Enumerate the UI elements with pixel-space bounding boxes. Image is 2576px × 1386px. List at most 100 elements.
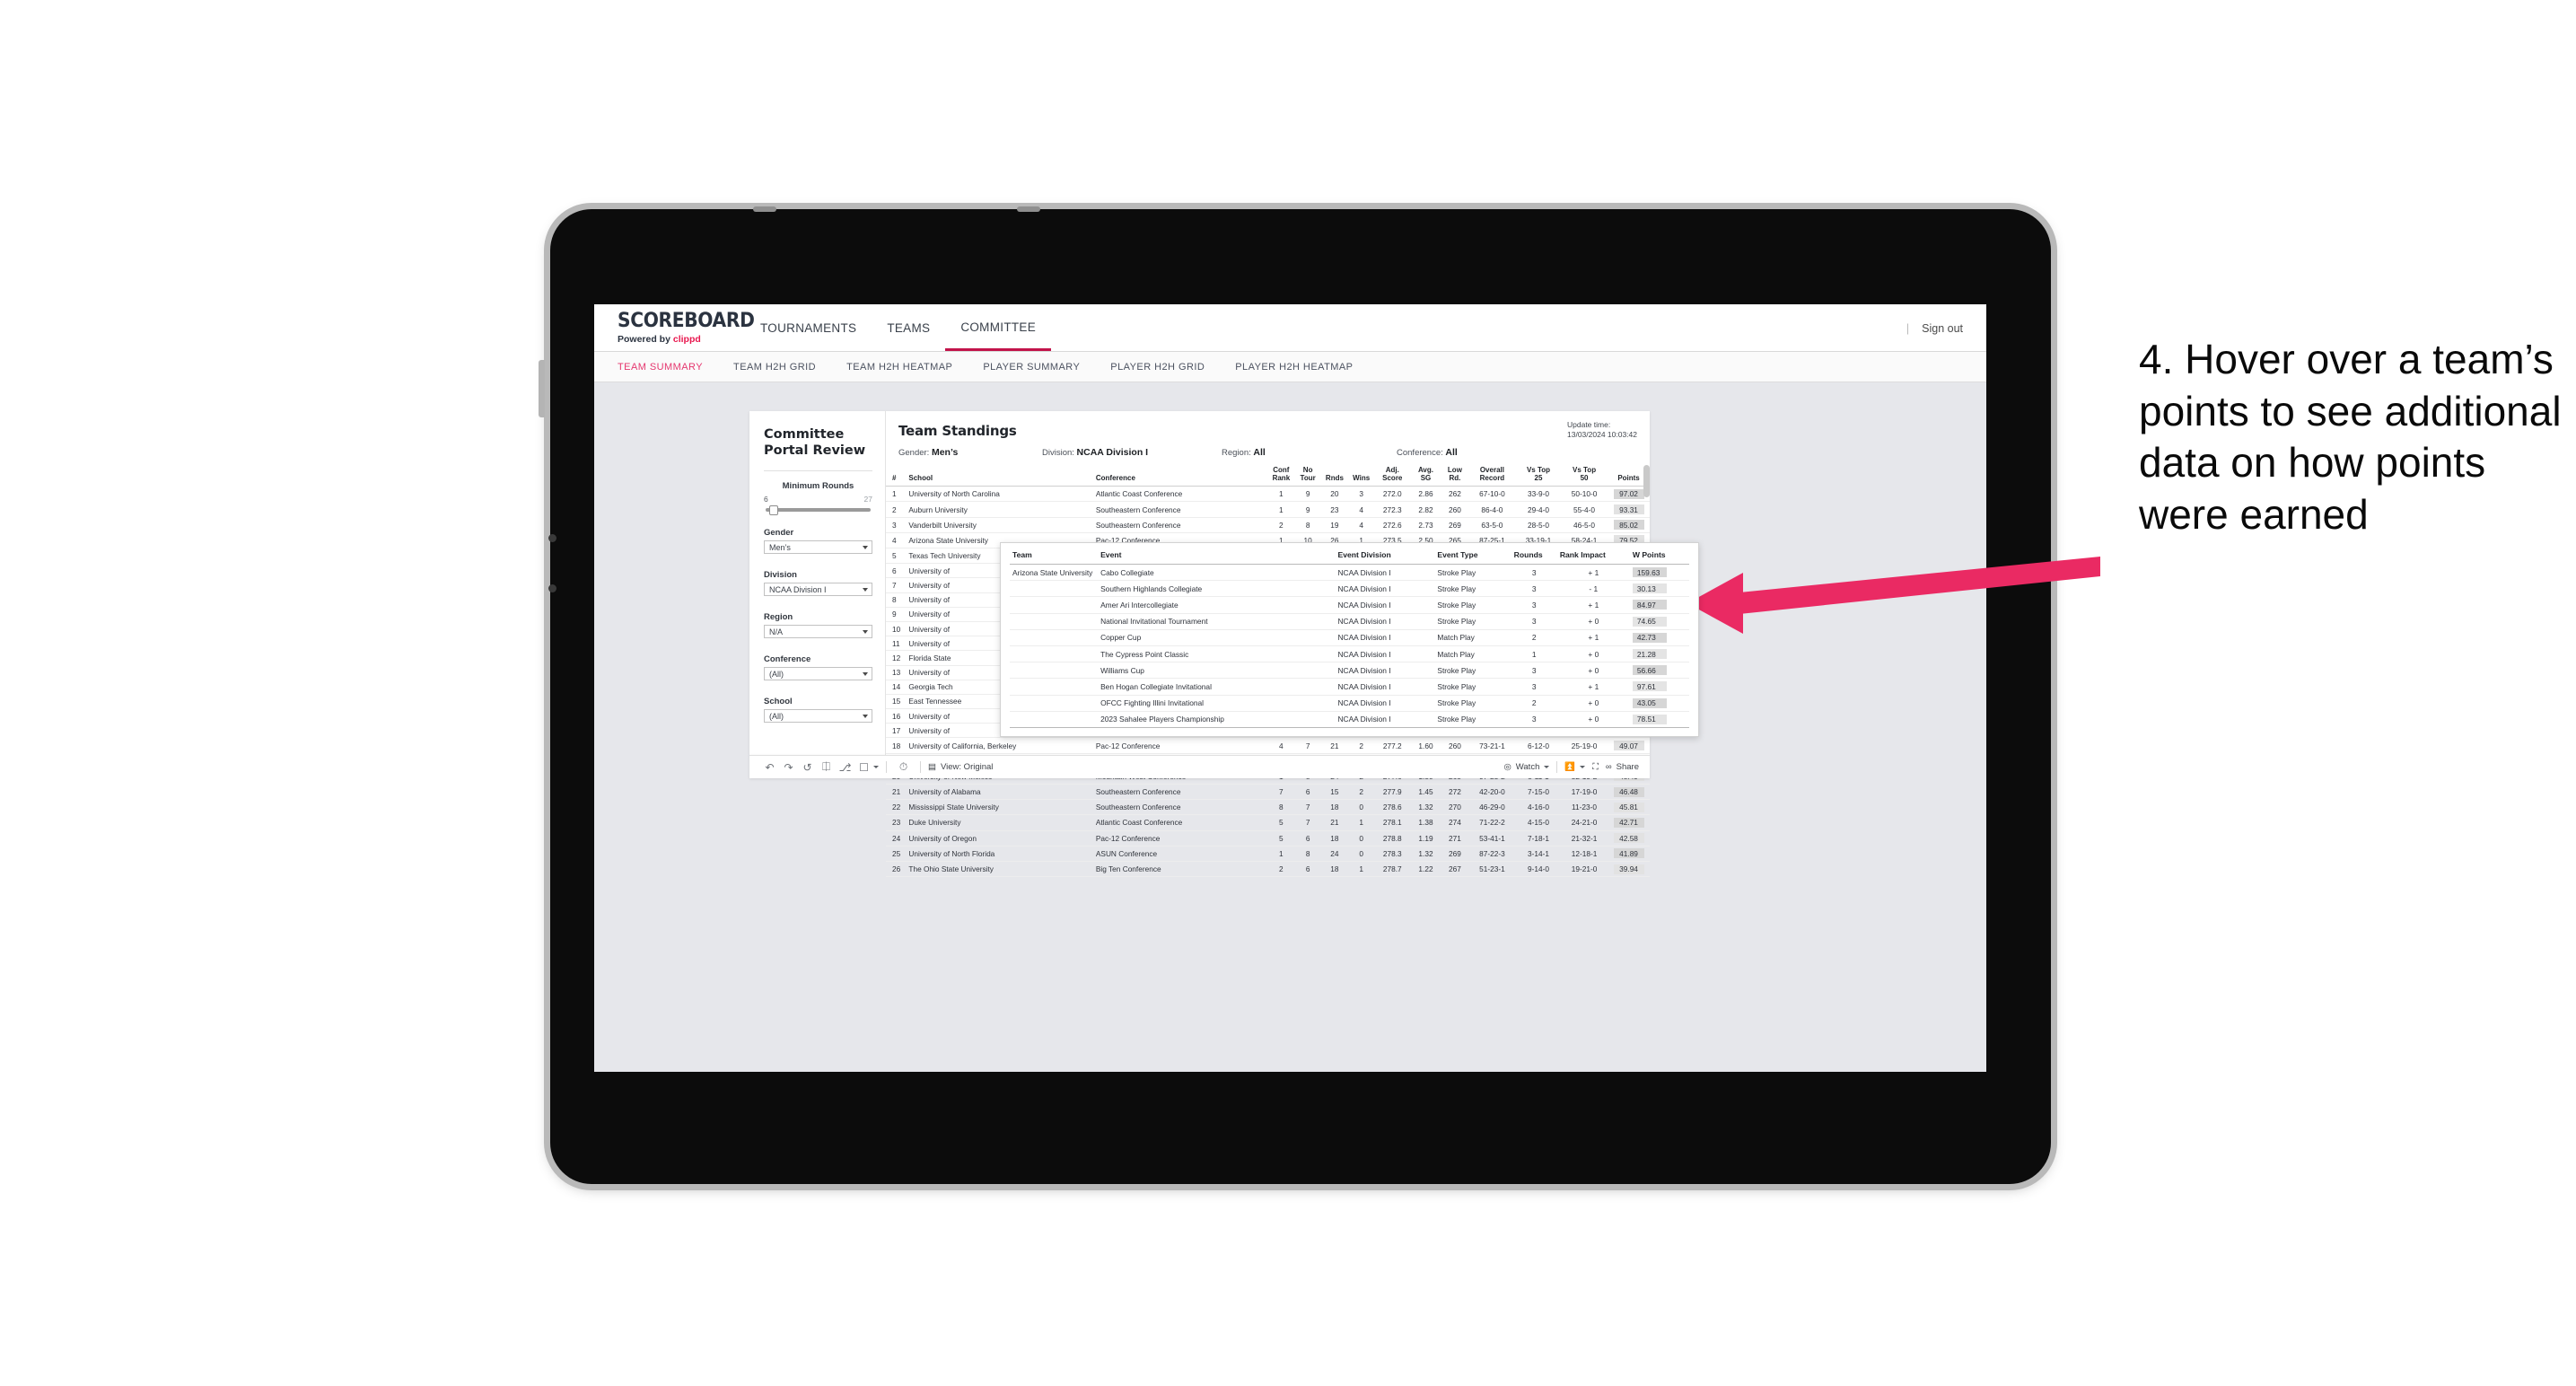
filter-division-select[interactable]: NCAA Division I [764,583,872,597]
cell-vs_top25: 33-9-0 [1516,486,1561,503]
table-row[interactable]: 1 University of North Carolina Atlantic Co… [886,486,1650,503]
cell-school: Mississippi State University [907,799,1094,816]
table-row[interactable]: 21 University of Alabama Southeastern Conf… [886,784,1650,801]
tablet-device: SCOREBOARD Powered by clippd TOURNAMENTS… [539,206,2051,1184]
col-school[interactable]: School [907,465,1094,487]
tooltip-cell-w-points: 84.97 [1629,596,1689,614]
points-chip[interactable]: 93.31 [1613,504,1644,515]
nav-tab-committee[interactable]: COMMITTEE [945,305,1052,351]
tooltip-cell-event: Cabo Collegiate [1098,564,1336,582]
points-chip[interactable]: 49.07 [1613,741,1644,751]
view-original-button[interactable]: ▤ View: Original [928,762,993,772]
points-chip[interactable]: 46.48 [1613,786,1644,797]
cell-wins: 3 [1347,486,1375,503]
table-row[interactable]: 26 The Ohio State University Big Ten Confe… [886,861,1650,878]
view-label: View: Original [940,762,994,772]
min-rounds-slider[interactable] [766,504,871,515]
filter-region-select[interactable]: N/A [764,625,872,639]
points-chip[interactable]: 85.02 [1613,520,1644,531]
filter-conference-select[interactable]: (All) [764,667,872,681]
col-no-tour[interactable]: No Tour [1294,465,1322,487]
cell-vs_top25: 7-18-1 [1516,830,1561,847]
min-rounds-slider-handle[interactable] [768,504,778,515]
col-rank[interactable]: # [886,465,907,487]
col-wins[interactable]: Wins [1347,465,1375,487]
points-chip[interactable]: 42.71 [1613,817,1644,828]
table-row[interactable]: 3 Vanderbilt University Southeastern Confe… [886,517,1650,533]
cell-rank: 3 [886,517,907,533]
tooltip-cell-team [1010,662,1099,680]
cell-school: University of North Carolina [907,486,1094,503]
w-points-chip: 30.13 [1632,583,1667,594]
cell-low_rd: 262 [1441,486,1468,503]
nav-tab-tournaments[interactable]: TOURNAMENTS [745,306,872,349]
col-low-rd[interactable]: Low Rd. [1441,465,1468,487]
tab-player-h2h-heatmap[interactable]: PLAYER H2H HEATMAP [1235,362,1353,373]
table-row[interactable]: 24 University of Oregon Pac-12 Conference 5… [886,830,1650,847]
table-scrollbar[interactable] [1643,465,1650,497]
download-button[interactable]: ⏫ [1564,762,1586,772]
min-rounds-max: 27 [863,495,872,504]
tab-team-h2h-grid[interactable]: TEAM H2H GRID [733,362,816,373]
tab-player-summary[interactable]: PLAYER SUMMARY [983,362,1080,373]
filter-icon[interactable]: ☐ [854,761,873,774]
filter-gender-select[interactable]: Men’s [764,540,872,555]
col-vs-top-50[interactable]: Vs Top 50 [1560,465,1608,487]
criteria-region: Region: All [1222,447,1397,458]
cell-wins: 0 [1347,846,1375,862]
col-overall-record[interactable]: Overall Record [1468,465,1516,487]
refresh-icon[interactable]: ⎅ [817,760,836,774]
tab-player-h2h-grid[interactable]: PLAYER H2H GRID [1110,362,1205,373]
tooltip-cell-w-points: 74.65 [1629,613,1689,630]
tooltip-cell-impact: + 0 [1556,695,1630,712]
cell-rnds: 21 [1321,737,1348,754]
cell-wins: 0 [1347,799,1375,816]
col-rnds[interactable]: Rnds [1321,465,1348,487]
nav-tab-teams[interactable]: TEAMS [872,306,945,349]
fullscreen-button[interactable]: ⛶ [1592,762,1599,772]
cell-low_rd: 260 [1441,501,1468,518]
tooltip-cell-event: National Invitational Tournament [1098,613,1336,630]
watch-button[interactable]: ◎ Watch [1503,762,1550,772]
table-row[interactable]: 23 Duke University Atlantic Coast Conferen… [886,814,1650,831]
col-vs-top-25[interactable]: Vs Top 25 [1516,465,1561,487]
points-chip[interactable]: 39.94 [1613,864,1644,874]
tooltip-cell-type: Match Play [1434,645,1511,663]
tooltip-cell-w-points: 42.73 [1629,629,1689,646]
history-icon[interactable]: ⏱ [894,760,913,774]
chevron-down-icon[interactable] [873,766,879,768]
w-points-chip: 43.05 [1632,697,1667,708]
filter-school-select[interactable]: (All) [764,709,872,724]
tab-team-h2h-heatmap[interactable]: TEAM H2H HEATMAP [846,362,952,373]
pause-icon[interactable]: ⎇ [836,761,854,774]
brand-logo[interactable]: SCOREBOARD Powered by clippd [594,311,755,345]
col-conference[interactable]: Conference [1093,465,1268,487]
points-chip[interactable]: 41.89 [1613,848,1644,859]
points-chip[interactable]: 45.81 [1613,802,1644,812]
tooltip-row: The Cypress Point Classic NCAA Division I… [1010,645,1689,663]
table-row[interactable]: 2 Auburn University Southeastern Conferenc… [886,501,1650,518]
cell-rank: 13 [886,665,907,680]
sign-out-link[interactable]: Sign out [1922,322,1963,335]
table-row[interactable]: 25 University of North Florida ASUN Confer… [886,846,1650,862]
points-chip[interactable]: 97.02 [1613,488,1644,499]
col-adj-score[interactable]: Adj. Score [1374,465,1410,487]
cell-vs_top50: 25-19-0 [1560,737,1608,754]
revert-icon[interactable]: ↺ [798,761,817,774]
cell-conf_rank: 8 [1267,799,1295,816]
table-row[interactable]: 22 Mississippi State University Southeaste… [886,799,1650,816]
undo-icon[interactable]: ↶ [760,761,779,774]
points-chip[interactable]: 42.58 [1613,833,1644,844]
share-button[interactable]: ∞ Share [1606,762,1639,772]
cell-conference: Southeastern Conference [1093,784,1268,801]
cell-school: University of Oregon [907,830,1094,847]
tab-team-summary[interactable]: TEAM SUMMARY [618,362,703,373]
redo-icon[interactable]: ↷ [779,761,798,774]
col-avg-sg[interactable]: Avg. SG [1409,465,1442,487]
filter-conference: Conference (All) [764,654,872,681]
col-conf-rank[interactable]: Conf Rank [1267,465,1295,487]
tablet-volume-button[interactable] [539,360,545,417]
cell-school: Vanderbilt University [907,517,1094,533]
table-row[interactable]: 18 University of California, Berkeley Pac-… [886,737,1650,754]
cell-conference: Pac-12 Conference [1093,737,1268,754]
